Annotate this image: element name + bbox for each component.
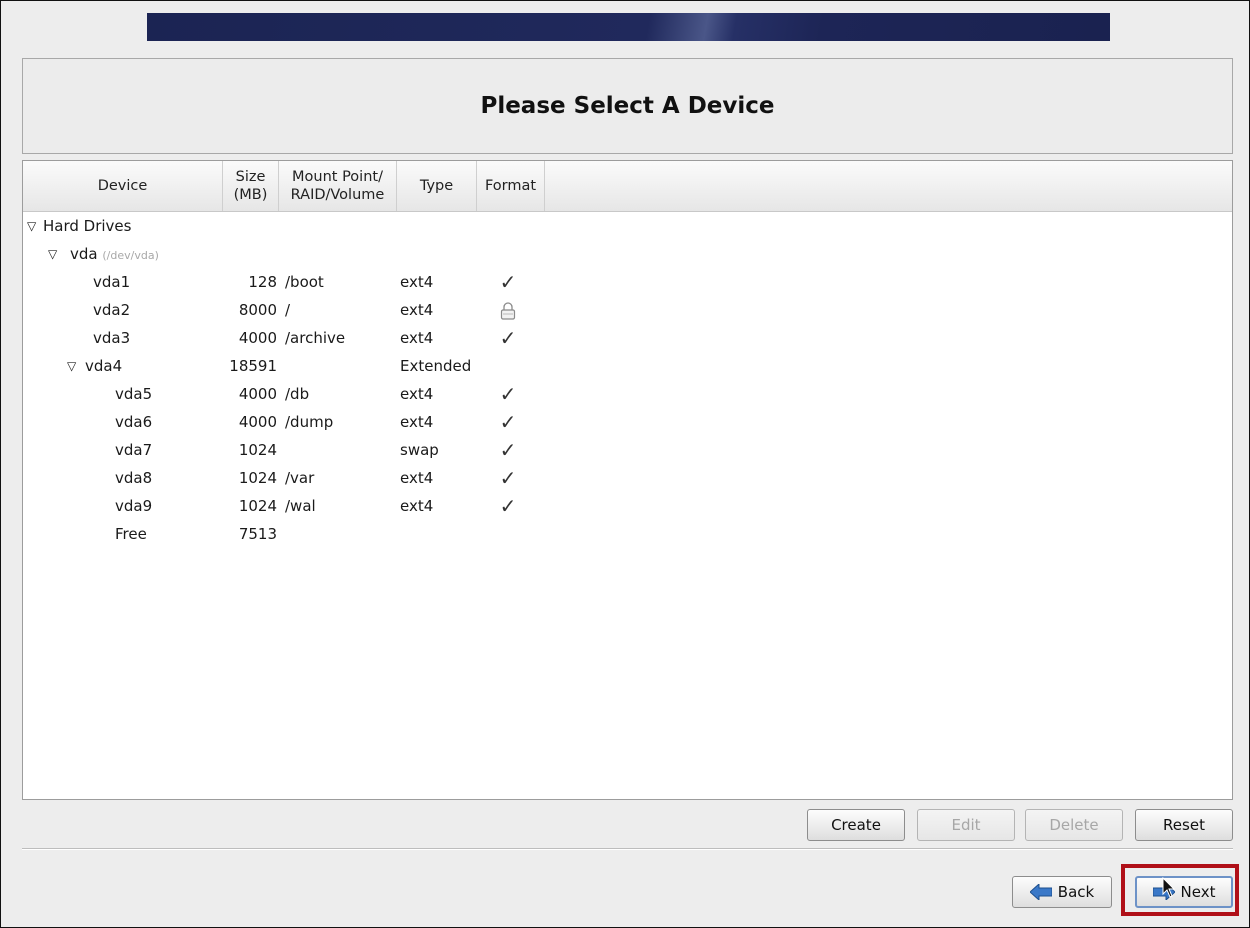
- tree-row-vda[interactable]: ▽ vda (/dev/vda): [23, 240, 1232, 268]
- mouse-cursor-icon: [1162, 877, 1176, 898]
- tree-row[interactable]: ▽ vda4 18591 Extended: [23, 352, 1232, 380]
- size-value: 8000: [238, 301, 277, 319]
- mount-point: /archive: [285, 329, 346, 347]
- size-value: 1024: [238, 441, 277, 459]
- col-device[interactable]: Device: [23, 161, 223, 211]
- size-value: 128: [248, 273, 277, 291]
- fs-type: ext4: [400, 301, 434, 319]
- device-name: vda2: [93, 301, 131, 319]
- tree-row[interactable]: vda5 4000/db ext4 ✓: [23, 380, 1232, 408]
- col-mount[interactable]: Mount Point/RAID/Volume: [279, 161, 397, 211]
- device-name: vda3: [93, 329, 131, 347]
- col-size[interactable]: Size (MB): [223, 161, 279, 211]
- arrow-left-icon: [1029, 884, 1052, 900]
- group-label: Hard Drives: [43, 217, 132, 235]
- page-title: Please Select A Device: [480, 93, 775, 119]
- format-empty: [493, 352, 523, 380]
- check-icon: ✓: [499, 382, 517, 406]
- device-name: vda4: [85, 357, 123, 375]
- mount-point: /db: [285, 385, 310, 403]
- size-value: 1024: [238, 497, 277, 515]
- mount-point: /var: [285, 469, 315, 487]
- delete-button[interactable]: Delete: [1025, 809, 1123, 841]
- col-format[interactable]: Format: [477, 161, 545, 211]
- mount-point: /boot: [285, 273, 324, 291]
- device-name: vda8: [115, 469, 153, 487]
- tree-row[interactable]: vda7 1024 swap ✓: [23, 436, 1232, 464]
- size-value: 4000: [238, 329, 277, 347]
- fs-type: ext4: [400, 273, 434, 291]
- col-type[interactable]: Type: [397, 161, 477, 211]
- size-value: 7513: [238, 525, 277, 543]
- tree-row[interactable]: vda6 4000/dump ext4 ✓: [23, 408, 1232, 436]
- disk-path: (/dev/vda): [102, 249, 159, 262]
- device-name: Free: [115, 525, 147, 543]
- fs-type: ext4: [400, 329, 434, 347]
- divider: [22, 848, 1233, 850]
- fs-type: ext4: [400, 469, 434, 487]
- next-highlight-box: [1121, 864, 1239, 916]
- check-icon: ✓: [499, 270, 517, 294]
- size-value: 4000: [238, 385, 277, 403]
- fs-type: ext4: [400, 497, 434, 515]
- size-value: 18591: [229, 357, 277, 375]
- tree-row[interactable]: vda1 128/boot ext4 ✓: [23, 268, 1232, 296]
- disk-name: vda: [70, 245, 98, 263]
- fs-type: Extended: [400, 357, 472, 375]
- fs-type: swap: [400, 441, 439, 459]
- size-value: 1024: [238, 469, 277, 487]
- tree-row[interactable]: vda3 4000/archive ext4 ✓: [23, 324, 1232, 352]
- device-name: vda9: [115, 497, 153, 515]
- lock-icon: [493, 296, 523, 324]
- check-icon: ✓: [499, 410, 517, 434]
- create-button[interactable]: Create: [807, 809, 905, 841]
- mount-point: /: [285, 301, 291, 319]
- device-name: vda7: [115, 441, 153, 459]
- page-header: Please Select A Device: [22, 58, 1233, 154]
- check-icon: ✓: [499, 438, 517, 462]
- check-icon: ✓: [499, 326, 517, 350]
- tree-row[interactable]: vda2 8000 / ext4: [23, 296, 1232, 324]
- expander-down-icon[interactable]: ▽: [48, 240, 57, 268]
- device-name: vda6: [115, 413, 153, 431]
- expander-down-icon[interactable]: ▽: [27, 212, 36, 240]
- check-icon: ✓: [499, 466, 517, 490]
- mount-point: /wal: [285, 497, 316, 515]
- tree-row[interactable]: vda9 1024/wal ext4 ✓: [23, 492, 1232, 520]
- tree-row[interactable]: vda8 1024/var ext4 ✓: [23, 464, 1232, 492]
- edit-button[interactable]: Edit: [917, 809, 1015, 841]
- device-name: vda1: [93, 273, 131, 291]
- device-tree[interactable]: Device Size (MB) Mount Point/RAID/Volume …: [22, 160, 1233, 800]
- reset-button[interactable]: Reset: [1135, 809, 1233, 841]
- fs-type: ext4: [400, 413, 434, 431]
- tree-row[interactable]: Free 7513: [23, 520, 1232, 548]
- tree-row-hard-drives[interactable]: ▽ Hard Drives: [23, 212, 1232, 240]
- expander-down-icon[interactable]: ▽: [67, 352, 76, 380]
- device-name: vda5: [115, 385, 153, 403]
- mount-point: /dump: [285, 413, 334, 431]
- back-button[interactable]: Back: [1012, 876, 1112, 908]
- size-value: 4000: [238, 413, 277, 431]
- check-icon: ✓: [499, 494, 517, 518]
- tree-header: Device Size (MB) Mount Point/RAID/Volume …: [23, 161, 1232, 212]
- distro-banner: [147, 13, 1110, 41]
- fs-type: ext4: [400, 385, 434, 403]
- format-empty: [493, 520, 523, 548]
